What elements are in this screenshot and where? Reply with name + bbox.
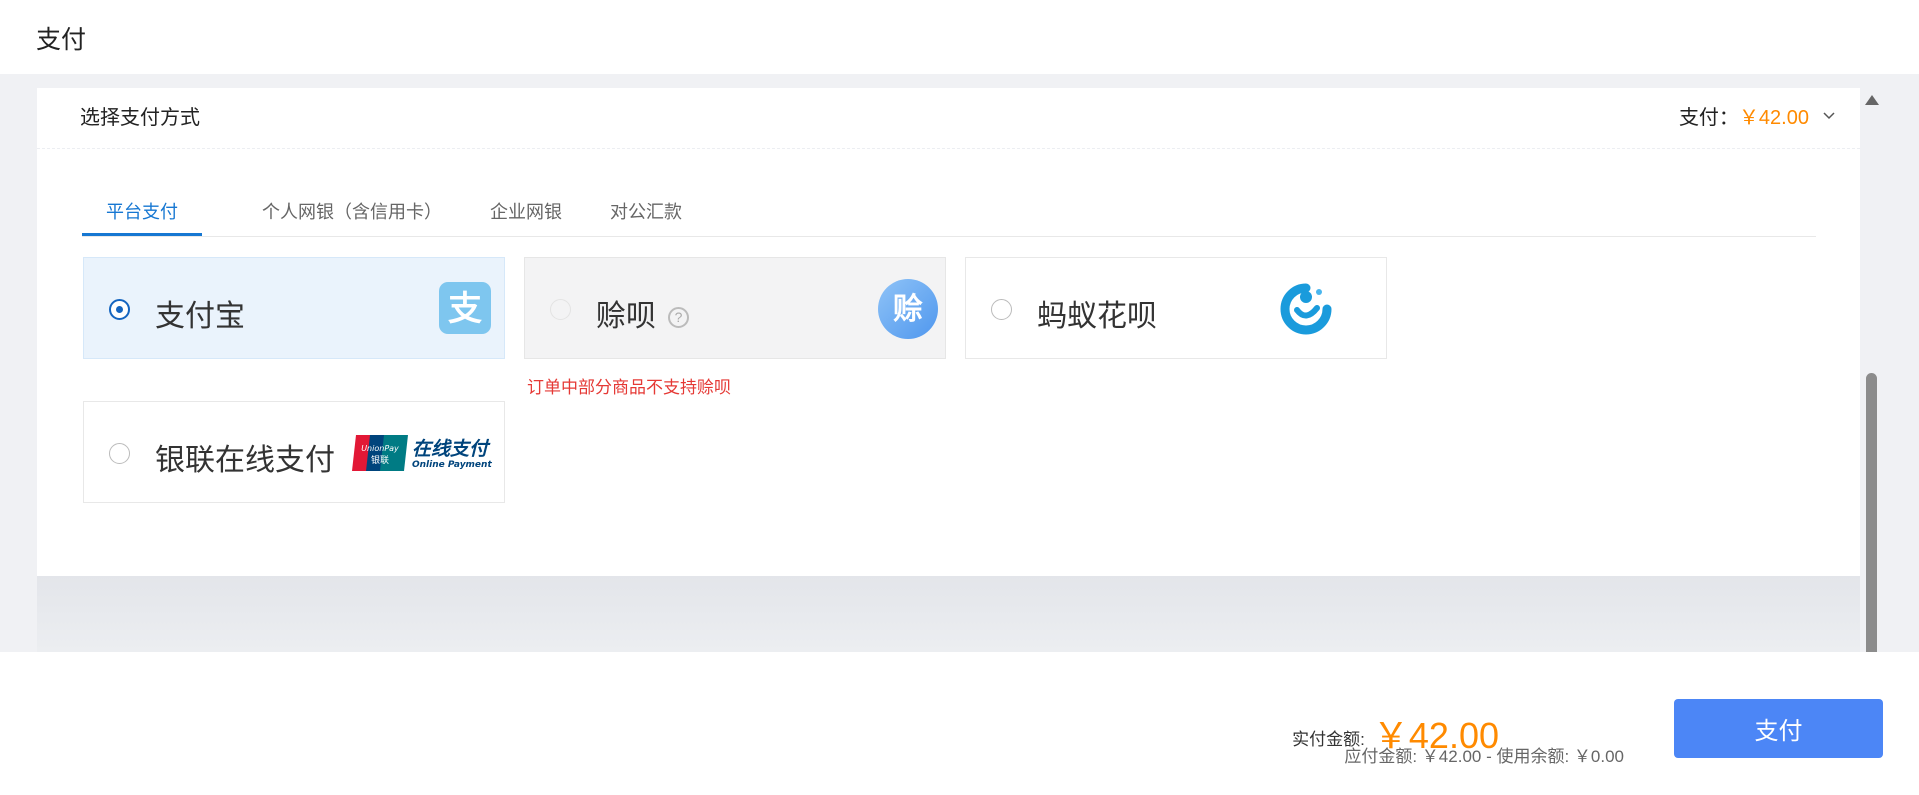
tab-corporate-transfer[interactable]: 对公汇款 [610, 198, 682, 224]
scroll-thumb[interactable] [1866, 373, 1877, 654]
svg-text:在线支付: 在线支付 [412, 438, 491, 460]
method-label-unionpay: 银联在线支付 [155, 444, 335, 477]
alipay-icon: 支 [439, 282, 491, 339]
pay-button[interactable]: 支付 [1674, 699, 1883, 758]
svg-text:赊: 赊 [893, 292, 923, 327]
card-bottom-shadow [37, 576, 1860, 652]
radio-unionpay[interactable] [109, 443, 130, 464]
tab-personal-bank[interactable]: 个人网银（含信用卡） [262, 198, 442, 224]
method-label-alipay: 支付宝 [155, 300, 245, 333]
page-title: 支付 [36, 26, 87, 54]
pay-summary[interactable]: 支付：￥42.00 [1679, 101, 1835, 130]
radio-alipay[interactable] [109, 299, 130, 320]
shebei-icon: 赊 [878, 279, 938, 344]
card-header: 选择支付方式 支付：￥42.00 [37, 88, 1860, 149]
method-alipay[interactable]: 支付宝 支 [83, 257, 505, 359]
svg-text:支: 支 [448, 289, 482, 329]
payment-card: 选择支付方式 支付：￥42.00 平台支付 个人网银（含信用卡） 企业网银 对公… [37, 88, 1860, 576]
method-label-huabei: 蚂蚁花呗 [1037, 300, 1157, 333]
help-icon[interactable]: ? [668, 306, 689, 328]
shebei-warning: 订单中部分商品不支持赊呗 [527, 378, 731, 397]
svg-text:UnionPay: UnionPay [361, 444, 399, 453]
method-label-shebei: 赊呗? [596, 291, 689, 335]
section-title: 选择支付方式 [80, 107, 200, 129]
svg-text:银联: 银联 [371, 454, 389, 466]
checkout-bar: 实付金额: ￥42.00 应付金额: ￥42.00 - 使用余额: ￥0.00 支… [0, 652, 1919, 795]
tab-enterprise-bank[interactable]: 企业网银 [490, 198, 562, 224]
unionpay-logo: UnionPay 银联 在线支付 Online Payment [352, 435, 494, 476]
radio-huabei[interactable] [991, 299, 1012, 320]
chevron-down-icon[interactable] [1823, 103, 1835, 126]
svg-text:Online Payment: Online Payment [412, 460, 492, 470]
amount-detail: 应付金额: ￥42.00 - 使用余额: ￥0.00 [1344, 747, 1624, 766]
tab-platform-pay[interactable]: 平台支付 [106, 198, 178, 224]
method-unionpay[interactable]: 银联在线支付 UnionPay 银联 在线支付 Online Payment [83, 401, 505, 503]
method-shebei: 赊呗? 赊 [524, 257, 946, 359]
pay-summary-label: 支付： [1678, 107, 1739, 129]
active-tab-underline [82, 233, 202, 236]
top-bar: 支付 [0, 0, 1919, 74]
method-huabei[interactable]: 蚂蚁花呗 [965, 257, 1387, 359]
radio-shebei [550, 299, 571, 320]
payment-tabs: 平台支付 个人网银（含信用卡） 企业网银 对公汇款 [82, 190, 1816, 237]
pay-summary-amount: ￥42.00 [1738, 107, 1809, 129]
huabei-icon [1279, 282, 1333, 341]
scroll-up-arrow[interactable] [1865, 95, 1879, 105]
